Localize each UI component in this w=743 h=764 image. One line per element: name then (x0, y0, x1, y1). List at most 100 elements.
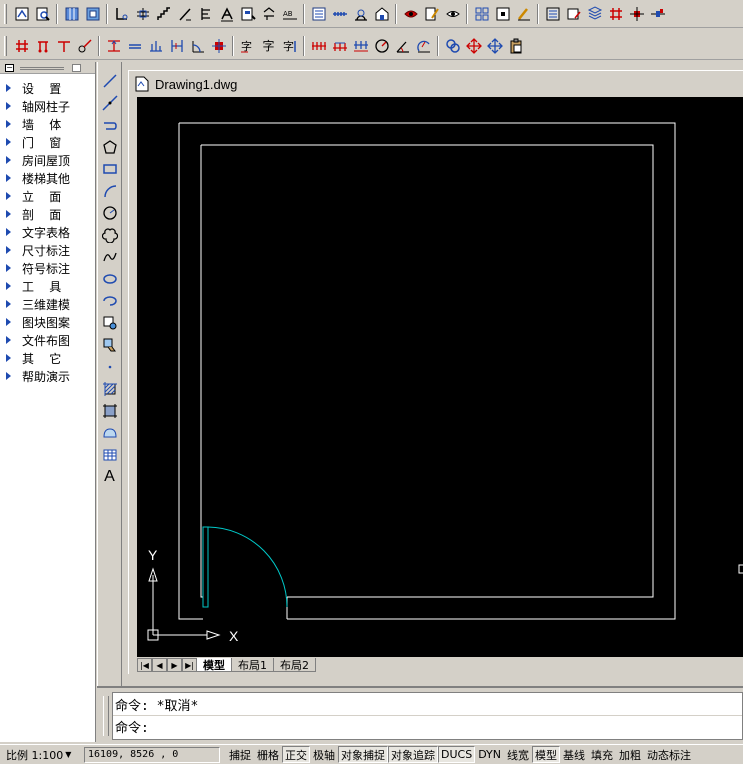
first-tab-button[interactable]: |◀ (137, 658, 152, 672)
drawing-setup-icon[interactable] (12, 4, 31, 24)
drawing-title-bar[interactable]: Drawing1.dwg (129, 71, 743, 97)
tab-model[interactable]: 模型 (196, 658, 232, 672)
gradient-icon[interactable] (100, 400, 120, 422)
panel-grip[interactable] (20, 67, 64, 70)
t-bar-icon[interactable] (54, 36, 73, 56)
status-toggle-button[interactable]: 捕捉 (226, 746, 254, 763)
screen-menu-item[interactable]: 房间屋顶 (0, 151, 95, 169)
construction-line-icon[interactable] (100, 92, 120, 114)
grid-text-icon[interactable] (175, 4, 194, 24)
last-tab-button[interactable]: ▶| (182, 658, 197, 672)
pan-icon[interactable] (485, 36, 504, 56)
prev-tab-button[interactable]: ◀ (152, 658, 167, 672)
status-toggle-button[interactable]: 正交 (282, 746, 310, 763)
dim-chain-icon[interactable] (309, 36, 328, 56)
screen-menu-item[interactable]: 楼梯其他 (0, 169, 95, 187)
screen-menu-item[interactable]: 墙 体 (0, 115, 95, 133)
view-eye-icon[interactable] (372, 4, 391, 24)
text-edit-icon[interactable]: 字 (238, 36, 257, 56)
block-icon[interactable] (472, 4, 491, 24)
text-multi-icon[interactable]: 字 (280, 36, 299, 56)
arc-dim-icon[interactable] (188, 36, 207, 56)
hash-icon[interactable] (585, 4, 604, 24)
screen-menu-item[interactable]: 其 它 (0, 349, 95, 367)
hash-axis-icon[interactable] (12, 36, 31, 56)
point-icon[interactable] (100, 356, 120, 378)
axis-grid-icon[interactable] (62, 4, 81, 24)
measure-icon[interactable] (309, 4, 328, 24)
break-icon[interactable] (209, 36, 228, 56)
status-toggle-button[interactable]: 填充 (588, 746, 617, 763)
dim-group-icon[interactable] (351, 36, 370, 56)
panel-minimize-button[interactable]: − (5, 64, 14, 72)
line-equal-icon[interactable] (125, 36, 144, 56)
text-style-icon[interactable] (259, 4, 278, 24)
status-toggle-button[interactable]: 加粗 (616, 746, 645, 763)
screen-menu-item[interactable]: 尺寸标注 (0, 241, 95, 259)
screen-menu-item[interactable]: 门 窗 (0, 133, 95, 151)
insert-block-icon[interactable] (100, 312, 120, 334)
rotate-dim-icon[interactable] (414, 36, 433, 56)
text-char-icon[interactable]: 字 (259, 36, 278, 56)
column-icon[interactable] (83, 4, 102, 24)
dim-continue-icon[interactable] (330, 36, 349, 56)
column-grid-icon[interactable] (33, 36, 52, 56)
circle-icon[interactable] (100, 202, 120, 224)
screen-menu-item[interactable]: 设 置 (0, 79, 95, 97)
screen-menu-item[interactable]: 剖 面 (0, 205, 95, 223)
link-icon[interactable] (443, 36, 462, 56)
dimension-align-icon[interactable] (167, 36, 186, 56)
polygon-icon[interactable] (100, 136, 120, 158)
text-label-icon[interactable] (196, 4, 215, 24)
next-tab-button[interactable]: ▶ (167, 658, 182, 672)
angle-icon[interactable] (393, 36, 412, 56)
layout-icon[interactable] (514, 4, 533, 24)
room-icon[interactable] (351, 4, 370, 24)
polyline-icon[interactable] (100, 114, 120, 136)
toolbar-grip[interactable] (4, 3, 7, 24)
screen-menu-item[interactable]: 立 面 (0, 187, 95, 205)
status-toggle-button[interactable]: 基线 (560, 746, 589, 763)
paste-icon[interactable] (506, 36, 525, 56)
status-toggle-button[interactable]: 对象追踪 (388, 746, 438, 763)
toolbar-grip[interactable] (4, 35, 7, 56)
multiline-text-icon[interactable]: A (100, 466, 120, 488)
spline-icon[interactable] (100, 246, 120, 268)
properties-icon[interactable] (543, 4, 562, 24)
color-icon[interactable] (648, 4, 667, 24)
paint-brush-icon[interactable] (493, 4, 512, 24)
screen-menu-item[interactable]: 符号标注 (0, 259, 95, 277)
tab-layout1[interactable]: 布局1 (231, 658, 274, 672)
ellipse-arc-icon[interactable] (100, 290, 120, 312)
layer-grid-icon[interactable] (443, 4, 462, 24)
move-icon[interactable] (464, 36, 483, 56)
screen-menu-item[interactable]: 文件布图 (0, 331, 95, 349)
rectangle-icon[interactable] (100, 158, 120, 180)
region-icon[interactable] (100, 422, 120, 444)
status-toggle-button[interactable]: DYN (475, 746, 505, 763)
command-grip[interactable] (103, 696, 109, 736)
arc-icon[interactable] (100, 180, 120, 202)
ellipse-icon[interactable] (100, 268, 120, 290)
screen-menu-item[interactable]: 帮助演示 (0, 367, 95, 385)
elevation-icon[interactable] (217, 4, 236, 24)
screen-menu-item[interactable]: 三维建模 (0, 295, 95, 313)
status-toggle-button[interactable]: 极轴 (310, 746, 338, 763)
linetype-icon[interactable] (627, 4, 646, 24)
status-toggle-button[interactable]: 模型 (532, 746, 561, 763)
revision-cloud-icon[interactable] (100, 224, 120, 246)
status-toggle-button[interactable]: 栅格 (254, 746, 282, 763)
tab-layout2[interactable]: 布局2 (273, 658, 316, 672)
radius-icon[interactable] (372, 36, 391, 56)
hide-eye-icon[interactable] (422, 4, 441, 24)
status-toggle-button[interactable]: 对象捕捉 (338, 746, 388, 763)
command-prompt-input[interactable]: 命令: (113, 715, 742, 737)
baseline-icon[interactable] (146, 36, 165, 56)
align-icon[interactable] (606, 4, 625, 24)
zoom-window-icon[interactable] (33, 4, 52, 24)
layers-icon[interactable] (564, 4, 583, 24)
line-icon[interactable] (100, 70, 120, 92)
screen-menu-item[interactable]: 工 具 (0, 277, 95, 295)
screen-menu-item[interactable]: 轴网柱子 (0, 97, 95, 115)
wall-offset-icon[interactable] (112, 4, 131, 24)
